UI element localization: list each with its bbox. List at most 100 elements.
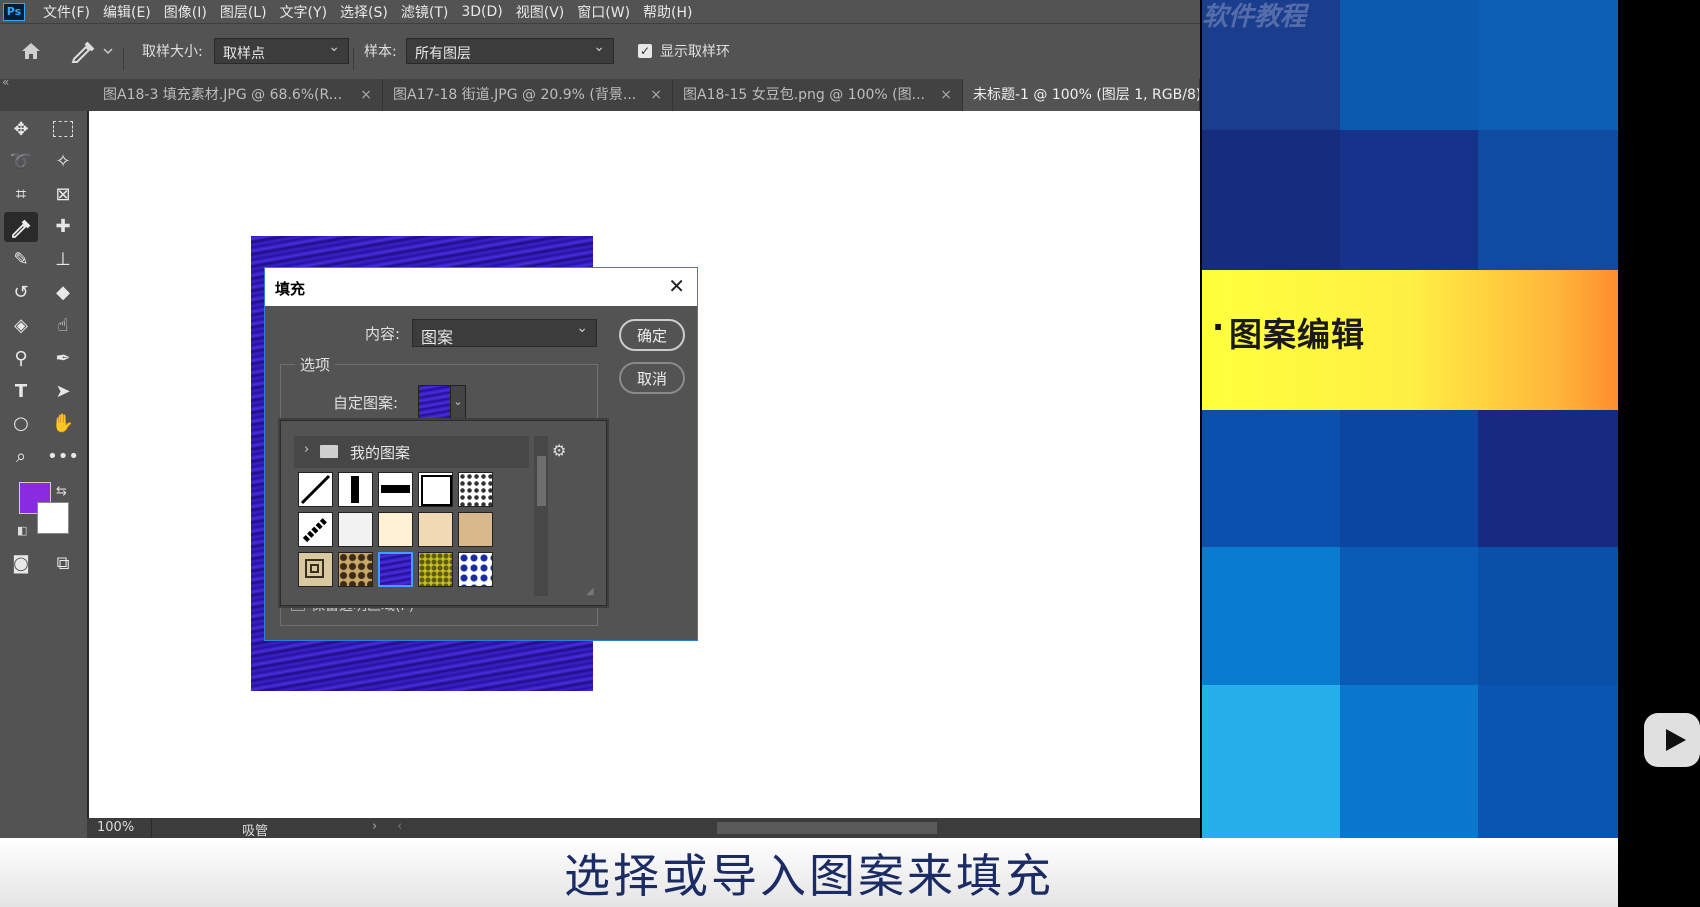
eyedropper-tool-icon[interactable] [4,212,38,242]
menu-image[interactable]: 图像(I) [164,2,207,22]
menu-file[interactable]: 文件(F) [43,2,90,22]
background-color-swatch[interactable] [37,502,69,534]
content-label: 内容: [365,325,401,343]
content-value: 图案 [421,328,454,347]
subtitle-caption: 选择或导入图案来填充 [0,838,1618,907]
tab-untitled-active[interactable]: 未标题-1 @ 100% (图层 1, RGB/8) [963,79,1200,111]
chevron-right-icon[interactable]: › [372,819,377,834]
custom-pattern-label: 自定图案: [333,394,399,412]
menu-3d[interactable]: 3D(D) [461,4,502,20]
pattern-swatch[interactable] [298,472,333,507]
pattern-picker-popup: › 我的图案 ⚙ ◢ [280,420,607,606]
collapse-panels-icon[interactable]: « [2,75,9,89]
tab-doubao[interactable]: 图A18-15 女豆包.png @ 100% (图... × [673,79,963,111]
pattern-swatch-selected[interactable] [378,552,413,587]
pattern-swatch[interactable] [458,472,493,507]
resize-grip-icon[interactable]: ◢ [586,586,594,597]
brush-tool-icon[interactable]: ✎ [6,245,36,273]
dodge-tool-icon[interactable]: ⚲ [6,344,36,372]
tab-fill-material[interactable]: 图A18-3 填充素材.JPG @ 68.6%(R... × [93,79,383,111]
pen-tool-icon[interactable]: ✒ [48,344,78,372]
pattern-swatch[interactable] [338,512,373,547]
pattern-swatch[interactable] [338,472,373,507]
pattern-swatch[interactable] [418,512,453,547]
history-brush-tool-icon[interactable]: ↺ [6,278,36,306]
sample-layers-select[interactable]: 所有图层 [406,38,614,64]
pattern-folder-row[interactable]: › 我的图案 [294,436,529,468]
show-ring-checkbox[interactable]: ✓ [638,44,652,58]
pattern-swatch[interactable] [418,472,453,507]
show-ring-label: 显示取样环 [660,44,730,60]
more-tools-icon[interactable]: ••• [47,442,79,470]
content-select[interactable]: 图案 [412,319,597,347]
close-icon[interactable]: ✕ [668,274,685,298]
menu-window[interactable]: 窗口(W) [577,2,630,22]
smudge-tool-icon[interactable]: ☝ [48,311,78,339]
tab-label: 图A17-18 街道.JPG @ 20.9% (背景... [393,87,637,103]
scrollbar-thumb[interactable] [537,456,546,506]
sample-label: 样本: [364,44,397,60]
menu-layer[interactable]: 图层(L) [220,2,267,22]
scroll-left-icon[interactable]: ‹ [397,819,402,834]
chevron-down-icon[interactable]: ⌄ [450,385,466,419]
close-icon[interactable]: × [360,79,372,111]
healing-brush-tool-icon[interactable]: ✚ [48,212,78,240]
marquee-tool-icon[interactable] [48,115,78,143]
close-icon[interactable]: × [650,79,662,111]
path-selection-tool-icon[interactable]: ➤ [48,377,78,405]
menu-select[interactable]: 选择(S) [340,2,388,22]
divider [123,48,124,70]
dialog-titlebar[interactable]: 填充 ✕ [265,268,697,306]
type-tool-icon[interactable]: T [6,377,36,405]
pattern-swatch[interactable] [458,552,493,587]
pattern-swatch[interactable] [458,512,493,547]
zoom-level[interactable]: 100% [97,820,134,835]
ok-button[interactable]: 确定 [619,319,685,351]
chevron-right-icon[interactable]: › [304,442,309,457]
menu-view[interactable]: 视图(V) [516,2,565,22]
home-icon[interactable] [18,38,44,64]
stamp-tool-icon[interactable]: ⊥ [48,245,78,273]
pattern-swatch[interactable] [298,512,333,547]
zoom-tool-icon[interactable]: ⌕ [6,442,36,470]
ellipse-tool-icon[interactable]: ○ [6,409,36,437]
pattern-swatch[interactable] [418,552,453,587]
sample-size-value: 取样点 [223,46,265,62]
crop-tool-icon[interactable]: ⌗ [6,180,36,208]
screen-mode-icon[interactable]: ⧉ [48,549,78,577]
play-icon[interactable] [1644,713,1700,767]
magic-wand-tool-icon[interactable]: ✧ [48,147,78,175]
cancel-button[interactable]: 取消 [619,362,685,394]
default-colors-icon[interactable]: ◧ [17,524,27,537]
sample-size-select[interactable]: 取样点 [214,38,349,64]
close-icon[interactable]: × [940,79,952,111]
tools-panel: ✥ ➰ ✧ ⌗ ⊠ ✚ ✎ ⊥ ↺ ◆ ◈ ☝ ⚲ ✒ T ➤ ○ ✋ ⌕ ••… [0,111,87,838]
lasso-tool-icon[interactable]: ➰ [6,147,36,175]
pattern-swatch[interactable] [338,552,373,587]
paint-bucket-tool-icon[interactable]: ◈ [6,311,36,339]
frame-tool-icon[interactable]: ⊠ [48,180,78,208]
tab-street[interactable]: 图A17-18 街道.JPG @ 20.9% (背景... × [383,79,673,111]
eraser-tool-icon[interactable]: ◆ [48,278,78,306]
quick-mask-icon[interactable]: ◙ [6,549,36,577]
eyedropper-preset-icon[interactable] [68,37,114,65]
gear-icon[interactable]: ⚙ [552,441,566,460]
dialog-title: 填充 [275,280,306,298]
horizontal-scrollbar-thumb[interactable] [717,822,937,834]
swap-colors-icon[interactable]: ⇆ [56,484,67,499]
menu-edit[interactable]: 编辑(E) [103,2,151,22]
scrollbar[interactable] [534,436,548,596]
move-tool-icon[interactable]: ✥ [6,115,36,143]
custom-pattern-preview[interactable] [418,385,452,419]
folder-label: 我的图案 [350,444,411,462]
pattern-swatch[interactable] [378,512,413,547]
menu-filter[interactable]: 滤镜(T) [401,2,448,22]
menu-help[interactable]: 帮助(H) [643,2,692,22]
pattern-swatch[interactable] [378,472,413,507]
hand-tool-icon[interactable]: ✋ [48,409,78,437]
menu-bar: Ps 文件(F) 编辑(E) 图像(I) 图层(L) 文字(Y) 选择(S) 滤… [0,0,1200,23]
status-tool: 吸管 [242,824,269,839]
pattern-swatch[interactable] [298,552,333,587]
options-bar: 取样大小: 取样点 样本: 所有图层 ✓ 显示取样环 [0,23,1200,80]
menu-type[interactable]: 文字(Y) [280,2,327,22]
